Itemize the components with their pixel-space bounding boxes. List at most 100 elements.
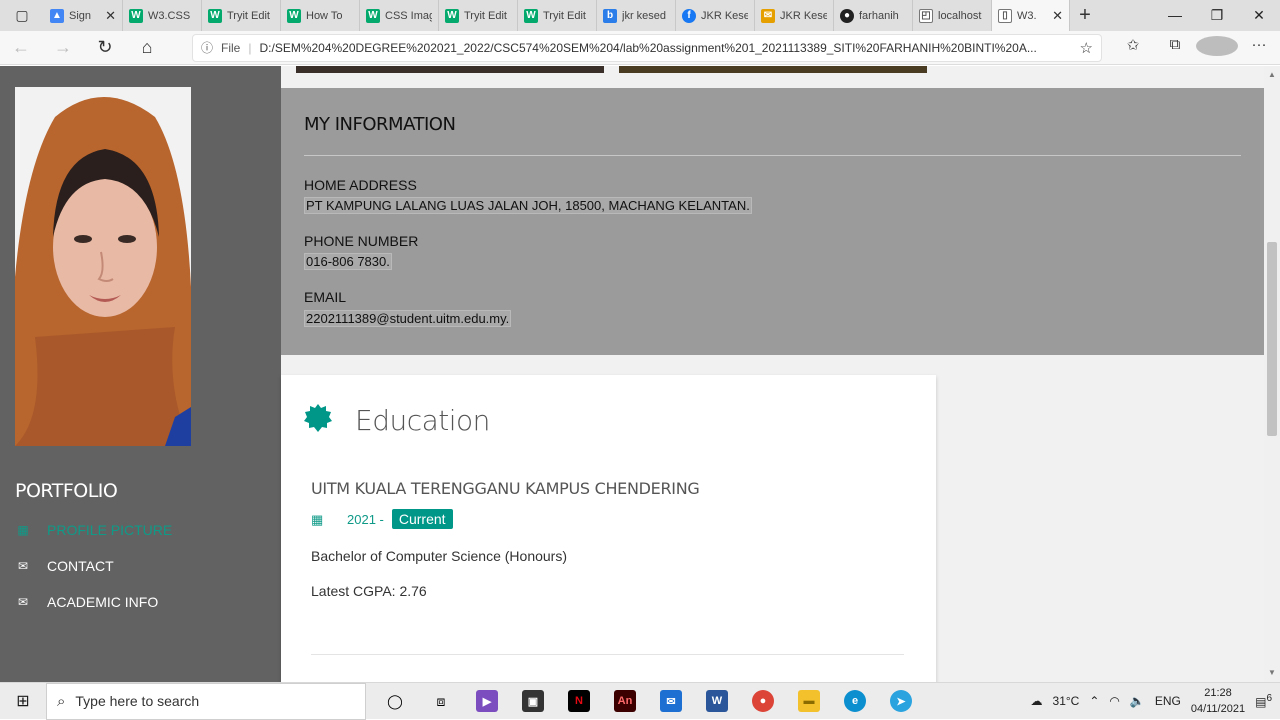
calendar-icon: ▦ bbox=[311, 512, 324, 527]
refresh-icon[interactable]: ↻ bbox=[84, 37, 126, 58]
address-label: HOME ADDRESS bbox=[304, 177, 417, 193]
browser-tab-bar: ▢ ▲ Sign ✕ W W3.CSS W Tryit Edit W How T… bbox=[0, 0, 1280, 31]
language-indicator[interactable]: ENG bbox=[1155, 694, 1181, 708]
address-bar: ← → ↻ ⌂ ⓘ File | D:/SEM%204%20DEGREE%202… bbox=[0, 31, 1280, 65]
chevron-up-icon[interactable]: ⌃ bbox=[1089, 694, 1099, 708]
info-icon[interactable]: ⓘ bbox=[201, 39, 213, 56]
profile-photo-image bbox=[15, 87, 191, 446]
windows-start-icon[interactable]: ⊞ bbox=[0, 691, 46, 711]
w3schools-icon: W bbox=[366, 8, 380, 23]
restore-icon[interactable]: ❐ bbox=[1196, 7, 1238, 24]
url-input[interactable]: ⓘ File | D:/SEM%204%20DEGREE%202021_2022… bbox=[192, 33, 1102, 62]
edge-icon[interactable]: e bbox=[832, 683, 878, 720]
sidebar-item-label: ACADEMIC INFO bbox=[47, 594, 159, 610]
clock-time: 21:28 bbox=[1204, 687, 1232, 699]
portfolio-sidebar: PORTFOLIO ▦ PROFILE PICTURE ✉ CONTACT ✉ … bbox=[0, 66, 281, 682]
close-window-icon[interactable]: ✕ bbox=[1238, 7, 1280, 24]
browser-tab[interactable]: f JKR Kese bbox=[676, 0, 755, 31]
browser-tab[interactable]: b jkr kesed bbox=[597, 0, 676, 31]
phone-value[interactable]: 016-806 7830. bbox=[304, 253, 392, 270]
weather-icon[interactable]: ☁ bbox=[1031, 694, 1043, 708]
browser-tab[interactable]: ● farhanih bbox=[834, 0, 913, 31]
page-scrollbar[interactable]: ▲ ▼ bbox=[1264, 66, 1280, 682]
netflix-icon[interactable]: N bbox=[556, 683, 602, 720]
add-favorite-icon[interactable]: ☆ bbox=[1080, 39, 1093, 57]
address-value[interactable]: PT KAMPUNG LALANG LUAS JALAN JOH, 18500,… bbox=[304, 197, 752, 214]
taskbar: ⊞ ⌕ Type here to search ◯ ⧈ ▶ ▣ N An ✉ W… bbox=[0, 682, 1280, 720]
mail-app-icon[interactable]: ✉ bbox=[648, 683, 694, 720]
tab-title: JKR Kese bbox=[701, 9, 748, 22]
sidebar-title: PORTFOLIO bbox=[15, 480, 118, 502]
tab-title: Tryit Edit bbox=[543, 9, 586, 22]
favorites-icon[interactable]: ✩ bbox=[1112, 36, 1154, 60]
profile-icon[interactable] bbox=[1196, 35, 1238, 60]
file-explorer-icon[interactable]: ▬ bbox=[786, 683, 832, 720]
browser-tab[interactable]: W Tryit Edit bbox=[518, 0, 597, 31]
browser-tab[interactable]: W CSS Imag bbox=[360, 0, 439, 31]
section-heading: Education bbox=[355, 404, 490, 437]
telegram-icon[interactable]: ➤ bbox=[878, 683, 924, 720]
browser-tab[interactable]: W Tryit Edit bbox=[439, 0, 518, 31]
browser-tab[interactable]: W Tryit Edit bbox=[202, 0, 281, 31]
cgpa-text: Latest CGPA: 2.76 bbox=[311, 583, 427, 599]
forward-icon[interactable]: → bbox=[42, 37, 84, 58]
browser-tab-active[interactable]: ▯ W3. ✕ bbox=[992, 0, 1070, 31]
email-label: EMAIL bbox=[304, 289, 347, 305]
notification-count: 6 bbox=[1266, 693, 1272, 704]
bing-icon: b bbox=[603, 8, 617, 23]
tab-actions-icon[interactable]: ▢ bbox=[0, 0, 44, 31]
volume-icon[interactable]: 🔈 bbox=[1130, 694, 1145, 708]
sidebar-item-profile-picture[interactable]: ▦ PROFILE PICTURE bbox=[15, 522, 172, 538]
back-icon[interactable]: ← bbox=[0, 37, 42, 58]
collections-icon[interactable]: ⧉ bbox=[1154, 36, 1196, 60]
divider bbox=[311, 654, 904, 655]
temperature-text[interactable]: 31°C bbox=[1053, 694, 1080, 708]
browser-tab[interactable]: W How To bbox=[281, 0, 360, 31]
close-icon[interactable]: ✕ bbox=[105, 8, 116, 24]
tab-title: localhost bbox=[938, 9, 982, 22]
store-icon[interactable]: ▣ bbox=[510, 683, 556, 720]
scroll-down-icon[interactable]: ▼ bbox=[1268, 668, 1276, 677]
email-value[interactable]: 2202111389@student.uitm.edu.my. bbox=[304, 310, 512, 327]
url-text[interactable]: D:/SEM%204%20DEGREE%202021_2022/CSC574%2… bbox=[259, 41, 1071, 55]
word-icon[interactable]: W bbox=[694, 683, 740, 720]
browser-tab[interactable]: ✉ JKR Kese bbox=[755, 0, 834, 31]
scrollbar-thumb[interactable] bbox=[1267, 242, 1277, 436]
minimize-icon[interactable]: — bbox=[1154, 7, 1196, 24]
scroll-up-icon[interactable]: ▲ bbox=[1268, 70, 1276, 79]
w3schools-icon: W bbox=[208, 8, 222, 23]
my-information-panel: MY INFORMATION HOME ADDRESS PT KAMPUNG L… bbox=[281, 88, 1264, 355]
browser-tab[interactable]: W W3.CSS bbox=[123, 0, 202, 31]
close-icon[interactable]: ✕ bbox=[1052, 8, 1063, 24]
home-icon[interactable]: ⌂ bbox=[126, 37, 168, 58]
visual-studio-icon[interactable]: ▶ bbox=[464, 683, 510, 720]
sidebar-item-label: PROFILE PICTURE bbox=[47, 522, 173, 538]
taskbar-search[interactable]: ⌕ Type here to search bbox=[46, 682, 366, 720]
web-page: PORTFOLIO ▦ PROFILE PICTURE ✉ CONTACT ✉ … bbox=[0, 66, 1264, 682]
task-view-icon[interactable]: ⧈ bbox=[418, 683, 464, 720]
notification-icon[interactable]: ▤6 bbox=[1255, 693, 1272, 709]
chrome-icon[interactable]: ● bbox=[740, 683, 786, 720]
facebook-icon: f bbox=[682, 8, 696, 23]
tab-title: farhanih bbox=[859, 9, 899, 22]
animate-icon[interactable]: An bbox=[602, 683, 648, 720]
browser-tab[interactable]: ▲ Sign ✕ bbox=[44, 0, 123, 31]
system-tray: ☁ 31°C ⌃ ◠ 🔈 ENG 21:28 04/11/2021 ▤6 bbox=[1031, 685, 1280, 717]
clock[interactable]: 21:28 04/11/2021 bbox=[1191, 685, 1245, 717]
cortana-icon[interactable]: ◯ bbox=[372, 683, 418, 720]
tab-title: Sign bbox=[69, 9, 92, 22]
new-tab-button[interactable]: + bbox=[1070, 4, 1100, 27]
network-icon[interactable]: ◠ bbox=[1109, 694, 1119, 708]
w3schools-icon: W bbox=[129, 8, 143, 23]
more-icon[interactable]: ··· bbox=[1238, 36, 1280, 60]
browser-tab[interactable]: ◰ localhost bbox=[913, 0, 992, 31]
panel-title: MY INFORMATION bbox=[304, 114, 456, 135]
tab-title: CSS Imag bbox=[385, 9, 432, 22]
url-separator: | bbox=[248, 40, 252, 55]
tab-title: W3.CSS bbox=[148, 9, 191, 22]
sidebar-item-contact[interactable]: ✉ CONTACT bbox=[15, 558, 114, 574]
status-badge: Current bbox=[391, 509, 453, 529]
degree-text: Bachelor of Computer Science (Honours) bbox=[311, 548, 568, 564]
page-icon: ◰ bbox=[919, 8, 933, 23]
sidebar-item-academic-info[interactable]: ✉ ACADEMIC INFO bbox=[15, 594, 158, 610]
